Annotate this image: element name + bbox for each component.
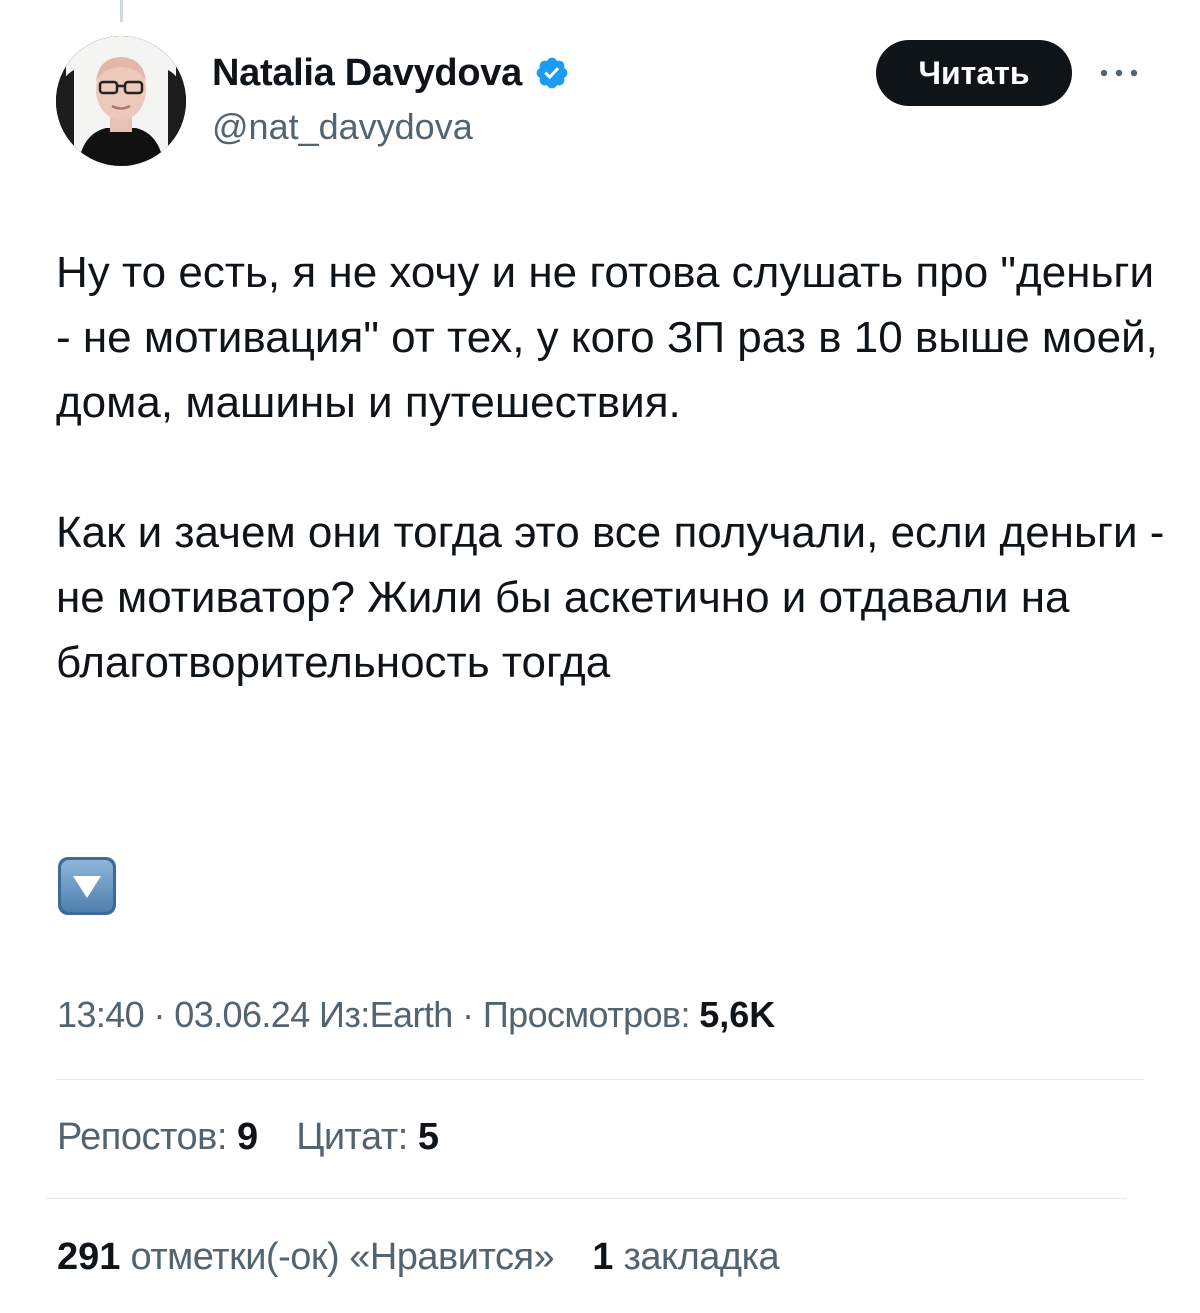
tweet-source: Из:Earth bbox=[319, 994, 453, 1035]
views-label: Просмотров: bbox=[482, 994, 691, 1035]
meta-separator: · bbox=[153, 994, 166, 1035]
tweet-time[interactable]: 13:40 bbox=[57, 994, 145, 1035]
avatar-photo bbox=[56, 36, 186, 166]
likes-count[interactable]: 291 bbox=[57, 1236, 120, 1278]
bookmarks-count: 1 bbox=[592, 1236, 614, 1278]
bookmarks-label: закладка bbox=[623, 1236, 780, 1278]
divider bbox=[56, 1079, 1144, 1080]
quotes-count[interactable]: 5 bbox=[418, 1116, 439, 1158]
avatar[interactable] bbox=[56, 36, 186, 166]
repost-quote-stats: Репостов: 9 Цитат: 5 bbox=[57, 1116, 439, 1159]
author-name-row[interactable]: Natalia Davydova bbox=[212, 50, 570, 96]
thread-connector-line bbox=[120, 0, 123, 22]
likes-label[interactable]: отметки(-ок) «Нравится» bbox=[130, 1236, 554, 1278]
verified-badge-icon bbox=[536, 57, 568, 89]
meta-separator: · bbox=[462, 994, 474, 1035]
tweet-paragraph-2: Как и зачем они тогда это все получали, … bbox=[56, 508, 1165, 687]
divider bbox=[46, 1198, 1126, 1199]
likes-bookmarks-stats: 291 отметки(-ок) «Нравится» 1 закладка bbox=[57, 1236, 780, 1279]
views-count: 5,6K bbox=[699, 994, 776, 1035]
reposts-label[interactable]: Репостов: bbox=[57, 1116, 227, 1158]
reposts-count[interactable]: 9 bbox=[237, 1116, 258, 1158]
tweet-paragraph-1: Ну то есть, я не хочу и не готова слушат… bbox=[56, 248, 1158, 427]
tweet-date[interactable]: 03.06.24 bbox=[174, 994, 310, 1035]
tweet-meta: 13:40 · 03.06.24 Из:Earth · Просмотров: … bbox=[57, 994, 775, 1036]
tweet-text: Ну то есть, я не хочу и не готова слушат… bbox=[56, 240, 1166, 695]
quotes-label[interactable]: Цитат: bbox=[296, 1116, 408, 1158]
author-handle[interactable]: @nat_davydova bbox=[212, 106, 473, 148]
author-display-name[interactable]: Natalia Davydova bbox=[212, 52, 522, 95]
more-horizontal-icon[interactable] bbox=[1096, 56, 1142, 90]
follow-button[interactable]: Читать bbox=[876, 40, 1072, 106]
down-arrow-button-emoji-icon bbox=[58, 857, 116, 915]
